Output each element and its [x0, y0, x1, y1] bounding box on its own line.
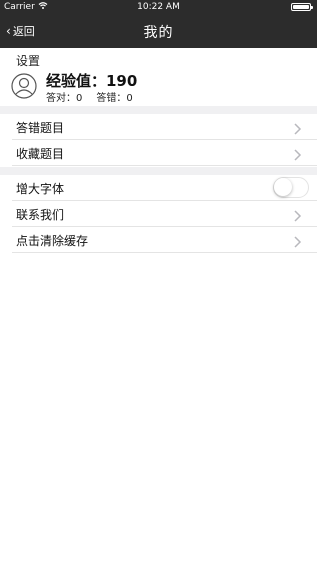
correct-count: 答对：0: [46, 93, 83, 104]
menu-item-favorite-questions[interactable]: 收藏题目: [12, 140, 317, 166]
menu-item-clear-cache[interactable]: 点击清除缓存: [12, 227, 317, 253]
experience-value: 经验值：190: [46, 72, 138, 90]
menu-item-label: 收藏题目: [16, 147, 65, 161]
larger-font-toggle[interactable]: [273, 177, 309, 198]
settings-section-label: 设置: [16, 54, 41, 68]
chevron-right-icon: [293, 120, 303, 135]
page-title: 我的: [143, 25, 174, 41]
menu-item-label: 联系我们: [16, 208, 65, 222]
menu-item-wrong-questions[interactable]: 答错题目: [12, 114, 317, 140]
profile-summary: 经验值：190 答对：0 答错：0: [8, 68, 309, 104]
menu-item-larger-font: 增大字体: [12, 175, 317, 201]
menu-item-label: 增大字体: [16, 182, 65, 196]
nav-bar: ‹ 返回 我的: [0, 14, 317, 48]
status-bar: Carrier 10:22 AM: [0, 0, 317, 14]
chevron-right-icon: [293, 233, 303, 248]
section-divider: [0, 167, 317, 175]
menu-item-label: 答错题目: [16, 121, 65, 135]
battery-icon: [291, 3, 313, 11]
chevron-right-icon: [293, 207, 303, 222]
menu-item-contact-us[interactable]: 联系我们: [12, 201, 317, 227]
section-divider: [0, 106, 317, 114]
wrong-count: 答错：0: [96, 93, 133, 104]
avatar-icon: [11, 73, 37, 99]
clock: 10:22 AM: [137, 2, 180, 12]
answer-stats: 答对：0 答错：0: [46, 89, 133, 104]
chevron-right-icon: [293, 146, 303, 161]
toggle-knob: [274, 178, 292, 196]
menu-item-label: 点击清除缓存: [16, 234, 89, 248]
